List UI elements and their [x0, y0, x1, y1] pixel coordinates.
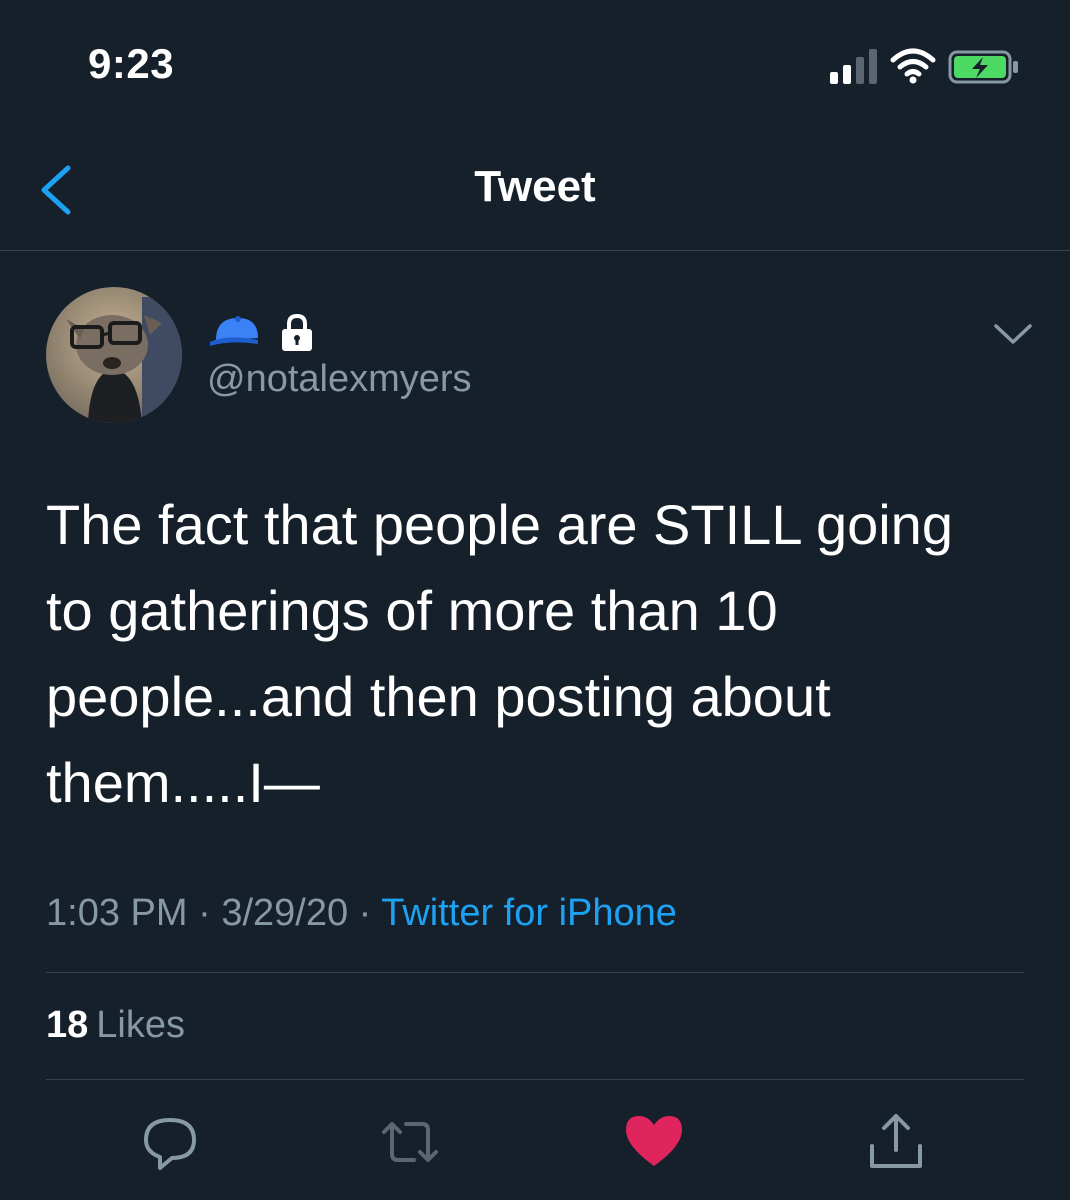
signal-icon [830, 49, 877, 84]
nav-divider [0, 250, 1070, 251]
tweet-text: The fact that people are STILL going to … [46, 482, 1006, 826]
page-title: Tweet [474, 162, 596, 211]
tweet-text-line: The fact that people are STILL going [46, 493, 953, 556]
chevron-down-icon[interactable] [990, 318, 1036, 348]
cap-icon [210, 316, 258, 346]
avatar[interactable] [46, 287, 182, 423]
lock-icon [282, 313, 312, 351]
meta-separator: · [198, 892, 211, 934]
meta-separator: · [358, 892, 372, 934]
retweet-icon[interactable] [378, 1110, 442, 1174]
likes-stat[interactable]: 18 Likes [46, 1004, 185, 1047]
tweet-source-link[interactable]: Twitter for iPhone [381, 892, 677, 934]
meta-divider [46, 972, 1024, 973]
battery-charging-icon [948, 50, 1018, 84]
likes-label: Likes [96, 1004, 185, 1046]
likes-count: 18 [46, 1004, 89, 1046]
tweet-meta: 1:03 PM · 3/29/20 · Twitter for iPhone [46, 892, 677, 935]
tweet-date: 3/29/20 [221, 892, 349, 934]
wifi-icon [890, 48, 936, 84]
tweet-text-line: people...and then posting about [46, 665, 831, 728]
tweet-text-line: to gatherings of more than 10 [46, 579, 778, 642]
tweet-detail-screen: 9:23 Tweet @notalexmyers The fact that p… [0, 0, 1070, 1200]
status-icons [830, 48, 1030, 88]
author-handle[interactable]: @notalexmyers [207, 358, 472, 401]
tweet-text-line: them.....I— [46, 751, 320, 814]
share-icon[interactable] [864, 1110, 928, 1174]
reply-icon[interactable] [138, 1110, 202, 1174]
like-icon[interactable] [622, 1110, 686, 1174]
stats-divider [46, 1079, 1024, 1080]
author-name-row [208, 312, 314, 352]
status-time: 9:23 [88, 40, 175, 87]
tweet-time: 1:03 PM [46, 892, 188, 934]
